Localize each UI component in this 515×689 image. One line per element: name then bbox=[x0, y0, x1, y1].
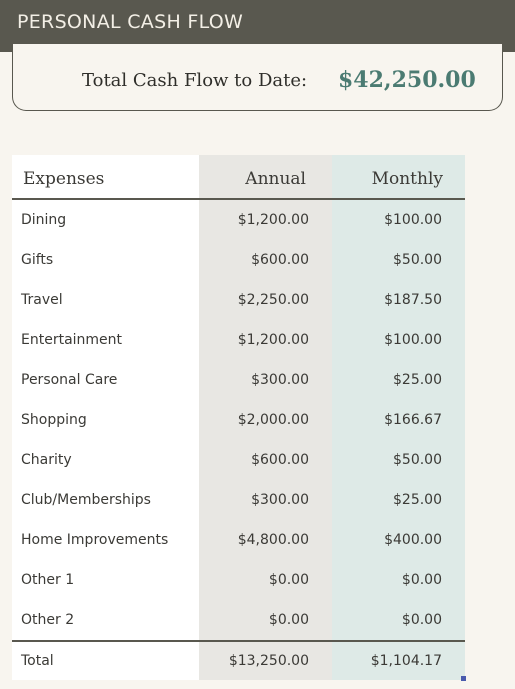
monthly-cell[interactable]: $400.00 bbox=[332, 520, 465, 560]
annual-cell[interactable]: $1,200.00 bbox=[199, 320, 332, 360]
annual-cell[interactable]: $2,000.00 bbox=[199, 400, 332, 440]
total-label[interactable]: Total bbox=[12, 642, 199, 680]
annual-cell[interactable]: $300.00 bbox=[199, 360, 332, 400]
expense-name-cell[interactable]: Personal Care bbox=[12, 360, 199, 400]
monthly-cell[interactable]: $166.67 bbox=[332, 400, 465, 440]
table-row: Personal Care $300.00 $25.00 bbox=[12, 360, 465, 400]
annual-cell[interactable]: $0.00 bbox=[199, 560, 332, 600]
total-annual[interactable]: $13,250.00 bbox=[199, 642, 332, 680]
table-row: Club/Memberships $300.00 $25.00 bbox=[12, 480, 465, 520]
table-row: Dining $1,200.00 $100.00 bbox=[12, 200, 465, 240]
monthly-cell[interactable]: $0.00 bbox=[332, 560, 465, 600]
monthly-cell[interactable]: $187.50 bbox=[332, 280, 465, 320]
annual-cell[interactable]: $1,200.00 bbox=[199, 200, 332, 240]
expense-name-cell[interactable]: Shopping bbox=[12, 400, 199, 440]
expense-name-cell[interactable]: Other 1 bbox=[12, 560, 199, 600]
expense-name-cell[interactable]: Dining bbox=[12, 200, 199, 240]
monthly-cell[interactable]: $100.00 bbox=[332, 320, 465, 360]
annual-cell[interactable]: $600.00 bbox=[199, 240, 332, 280]
selection-fill-handle[interactable] bbox=[461, 676, 466, 681]
table-row: Other 2 $0.00 $0.00 bbox=[12, 600, 465, 640]
table-row: Entertainment $1,200.00 $100.00 bbox=[12, 320, 465, 360]
table-row: Travel $2,250.00 $187.50 bbox=[12, 280, 465, 320]
expense-name-cell[interactable]: Club/Memberships bbox=[12, 480, 199, 520]
expense-name-cell[interactable]: Other 2 bbox=[12, 600, 199, 640]
table-row: Shopping $2,000.00 $166.67 bbox=[12, 400, 465, 440]
header-monthly[interactable]: Monthly bbox=[332, 155, 465, 198]
annual-cell[interactable]: $600.00 bbox=[199, 440, 332, 480]
page-title: PERSONAL CASH FLOW bbox=[17, 11, 244, 33]
monthly-cell[interactable]: $50.00 bbox=[332, 240, 465, 280]
table-header-row: Expenses Annual Monthly bbox=[12, 155, 465, 200]
table-row: Other 1 $0.00 $0.00 bbox=[12, 560, 465, 600]
monthly-cell[interactable]: $50.00 bbox=[332, 440, 465, 480]
annual-cell[interactable]: $300.00 bbox=[199, 480, 332, 520]
total-row: Total $13,250.00 $1,104.17 bbox=[12, 640, 465, 680]
expense-name-cell[interactable]: Home Improvements bbox=[12, 520, 199, 560]
expense-name-cell[interactable]: Charity bbox=[12, 440, 199, 480]
total-cash-flow-value[interactable]: $42,250.00 bbox=[338, 67, 476, 93]
expenses-table: Expenses Annual Monthly Dining $1,200.00 $… bbox=[12, 155, 465, 680]
annual-cell[interactable]: $4,800.00 bbox=[199, 520, 332, 560]
annual-cell[interactable]: $2,250.00 bbox=[199, 280, 332, 320]
total-monthly[interactable]: $1,104.17 bbox=[332, 642, 465, 680]
header-expenses[interactable]: Expenses bbox=[12, 155, 199, 198]
header-annual[interactable]: Annual bbox=[199, 155, 332, 198]
table-row: Home Improvements $4,800.00 $400.00 bbox=[12, 520, 465, 560]
table-row: Charity $600.00 $50.00 bbox=[12, 440, 465, 480]
expense-name-cell[interactable]: Travel bbox=[12, 280, 199, 320]
monthly-cell[interactable]: $25.00 bbox=[332, 360, 465, 400]
monthly-cell[interactable]: $25.00 bbox=[332, 480, 465, 520]
expense-name-cell[interactable]: Gifts bbox=[12, 240, 199, 280]
annual-cell[interactable]: $0.00 bbox=[199, 600, 332, 640]
total-cash-flow-label: Total Cash Flow to Date: bbox=[82, 70, 308, 91]
monthly-cell[interactable]: $0.00 bbox=[332, 600, 465, 640]
summary-box: Total Cash Flow to Date: $42,250.00 bbox=[12, 44, 503, 111]
table-row: Gifts $600.00 $50.00 bbox=[12, 240, 465, 280]
expense-name-cell[interactable]: Entertainment bbox=[12, 320, 199, 360]
monthly-cell[interactable]: $100.00 bbox=[332, 200, 465, 240]
